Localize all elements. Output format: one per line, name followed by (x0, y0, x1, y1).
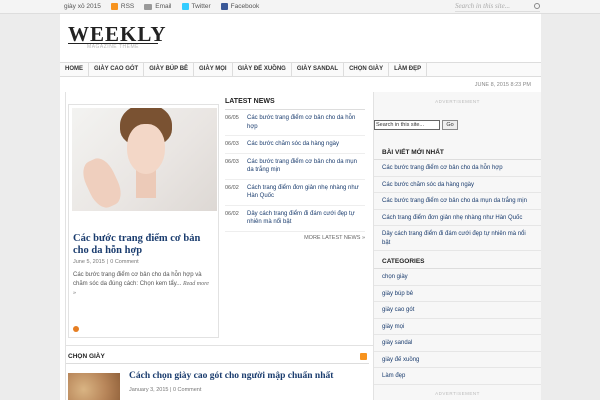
recent-post-link[interactable]: Cách trang điểm đơn giản nhẹ nhàng như H… (374, 210, 541, 226)
post-meta: January 3, 2015 | 0 Comment (129, 387, 202, 393)
section-title[interactable]: CHỌN GIÀY (68, 353, 105, 360)
featured-post: Các bước trang điểm cơ bản cho da hỗn hợ… (68, 104, 219, 338)
featured-comments[interactable]: 0 Comment (110, 259, 138, 265)
nav-item-giay-moi[interactable]: GIÀY MỌI (194, 63, 233, 76)
site-tagline: MAGAZINE THEME (87, 44, 139, 50)
nav-item-giay-sandal[interactable]: GIÀY SANDAL (292, 63, 345, 76)
email-icon (144, 3, 153, 10)
news-date: 06/02 (225, 210, 239, 217)
photo-hand (77, 154, 127, 211)
twitter-icon (181, 3, 189, 10)
category-link[interactable]: chọn giày (374, 269, 541, 286)
recent-posts-heading: BÀI VIẾT MỚI NHẤT (374, 146, 541, 160)
categories-heading: CATEGORIES (374, 255, 541, 269)
category-link[interactable]: Làm đẹp (374, 368, 541, 385)
rss-label: RSS (120, 3, 135, 10)
list-item: 06/03 Các bước chăm sóc da hàng ngày (225, 136, 365, 154)
list-item: 06/02 Dây cách trang điểm đi đám cưới đẹp… (225, 206, 365, 232)
date-label: giày xỏ 2015 (64, 3, 101, 10)
sidebar: ADVERTISEMENT Search in this site... Go … (374, 92, 541, 400)
date-link[interactable]: giày xỏ 2015 (64, 3, 101, 10)
latest-news: LATEST NEWS 06/05 Các bước trang điểm cơ … (225, 98, 365, 241)
rss-link[interactable]: RSS (110, 3, 135, 10)
post-title[interactable]: Cách chọn giày cao gót cho người mập chu… (129, 371, 333, 381)
category-section-header: CHỌN GIÀY (66, 350, 369, 364)
email-label: Email (155, 3, 172, 10)
facebook-link[interactable]: Facebook (220, 3, 260, 10)
nav-item-lam-dep[interactable]: LÀM ĐẸP (389, 63, 428, 76)
list-item: 06/02 Cách trang điểm đơn giản nhẹ nhàng … (225, 180, 365, 206)
photo-face (127, 124, 165, 174)
facebook-icon (220, 3, 228, 10)
top-search-input[interactable]: Search in this site... (455, 2, 540, 12)
facebook-label: Facebook (230, 3, 260, 10)
advertisement-label-2: ADVERTISEMENT (435, 390, 480, 396)
search-icon[interactable] (534, 3, 540, 9)
news-link[interactable]: Các bước trang điểm cơ bản cho da mụn da… (247, 158, 365, 175)
category-link[interactable]: giày đế xuồng (374, 352, 541, 368)
list-item: 06/05 Các bước trang điểm cơ bản cho da h… (225, 110, 365, 136)
sidebar-search-input[interactable]: Search in this site... (374, 120, 440, 130)
recent-post-link[interactable]: Các bước trang điểm cơ bản cho da mụn da… (374, 193, 541, 210)
news-date: 06/03 (225, 141, 239, 147)
nav-item-chon-giay[interactable]: CHỌN GIÀY (344, 63, 390, 76)
sidebar-search: Search in this site... Go (374, 120, 458, 130)
news-date: 06/03 (225, 158, 239, 165)
rss-icon (110, 3, 118, 10)
news-date: 06/05 (225, 115, 239, 121)
news-link[interactable]: Các bước chăm sóc da hàng ngày (247, 140, 339, 149)
slider-dot[interactable] (73, 326, 79, 332)
nav-item-giay-de-xuong[interactable]: GIÀY ĐẾ XUỒNG (233, 63, 292, 76)
rss-icon[interactable] (360, 353, 367, 360)
twitter-label: Twitter (191, 3, 211, 10)
top-bar: giày xỏ 2015 RSS Email Twitter Facebook … (0, 0, 600, 14)
recent-post-link[interactable]: Các bước trang điểm cơ bản cho da hỗn hợ… (374, 160, 541, 177)
post-thumbnail[interactable] (68, 373, 120, 400)
email-link[interactable]: Email (144, 3, 172, 10)
nav-item-giay-bup-be[interactable]: GIÀY BÚP BÊ (144, 63, 195, 76)
page-container: WEEKLY MAGAZINE THEME HOME GIÀY CAO GÓT … (60, 14, 541, 400)
category-post: Cách chọn giày cao gót cho người mập chu… (68, 371, 368, 400)
featured-title[interactable]: Các bước trang điểm cơ bản cho da hỗn hợ… (73, 233, 213, 257)
featured-excerpt: Các bước trang điểm cơ bản cho da hỗn hợ… (73, 271, 213, 298)
meta-separator: | (106, 259, 109, 265)
featured-image[interactable] (72, 108, 217, 211)
news-link[interactable]: Cách trang điểm đơn giản nhẹ nhàng như H… (247, 184, 365, 201)
latest-news-heading: LATEST NEWS (225, 98, 365, 110)
main-nav: HOME GIÀY CAO GÓT GIÀY BÚP BÊ GIÀY MỌI G… (60, 62, 541, 77)
twitter-link[interactable]: Twitter (181, 3, 211, 10)
top-links: giày xỏ 2015 RSS Email Twitter Facebook (64, 3, 259, 10)
recent-post-link[interactable]: Các bước chăm sóc da hàng ngày (374, 177, 541, 193)
news-link[interactable]: Các bước trang điểm cơ bản cho da hỗn hợ… (247, 114, 365, 131)
category-link[interactable]: giày búp bê (374, 286, 541, 302)
nav-item-giay-cao-got[interactable]: GIÀY CAO GÓT (89, 63, 145, 76)
advertisement-label: ADVERTISEMENT (435, 99, 480, 104)
news-date: 06/02 (225, 184, 239, 191)
recent-post-link[interactable]: Dây cách trang điểm đi đám cưới đẹp tự n… (374, 226, 541, 251)
section-divider (65, 345, 373, 346)
post-comments[interactable]: 0 Comment (173, 387, 201, 393)
featured-meta: June 5, 2015 | 0 Comment (73, 259, 139, 265)
category-link[interactable]: giày mọi (374, 319, 541, 335)
category-link[interactable]: giày cao gót (374, 302, 541, 319)
current-date: JUNE 8, 2015 8:23 PM (474, 82, 531, 88)
more-latest-news-link[interactable]: MORE LATEST NEWS » (225, 235, 365, 241)
post-date: January 3, 2015 (129, 387, 169, 393)
nav-item-home[interactable]: HOME (60, 63, 89, 76)
category-link[interactable]: giày sandal (374, 335, 541, 352)
featured-date: June 5, 2015 (73, 259, 105, 265)
news-link[interactable]: Dây cách trang điểm đi đám cưới đẹp tự n… (247, 210, 365, 227)
list-item: 06/03 Các bước trang điểm cơ bản cho da m… (225, 154, 365, 180)
sidebar-search-button[interactable]: Go (442, 120, 458, 130)
